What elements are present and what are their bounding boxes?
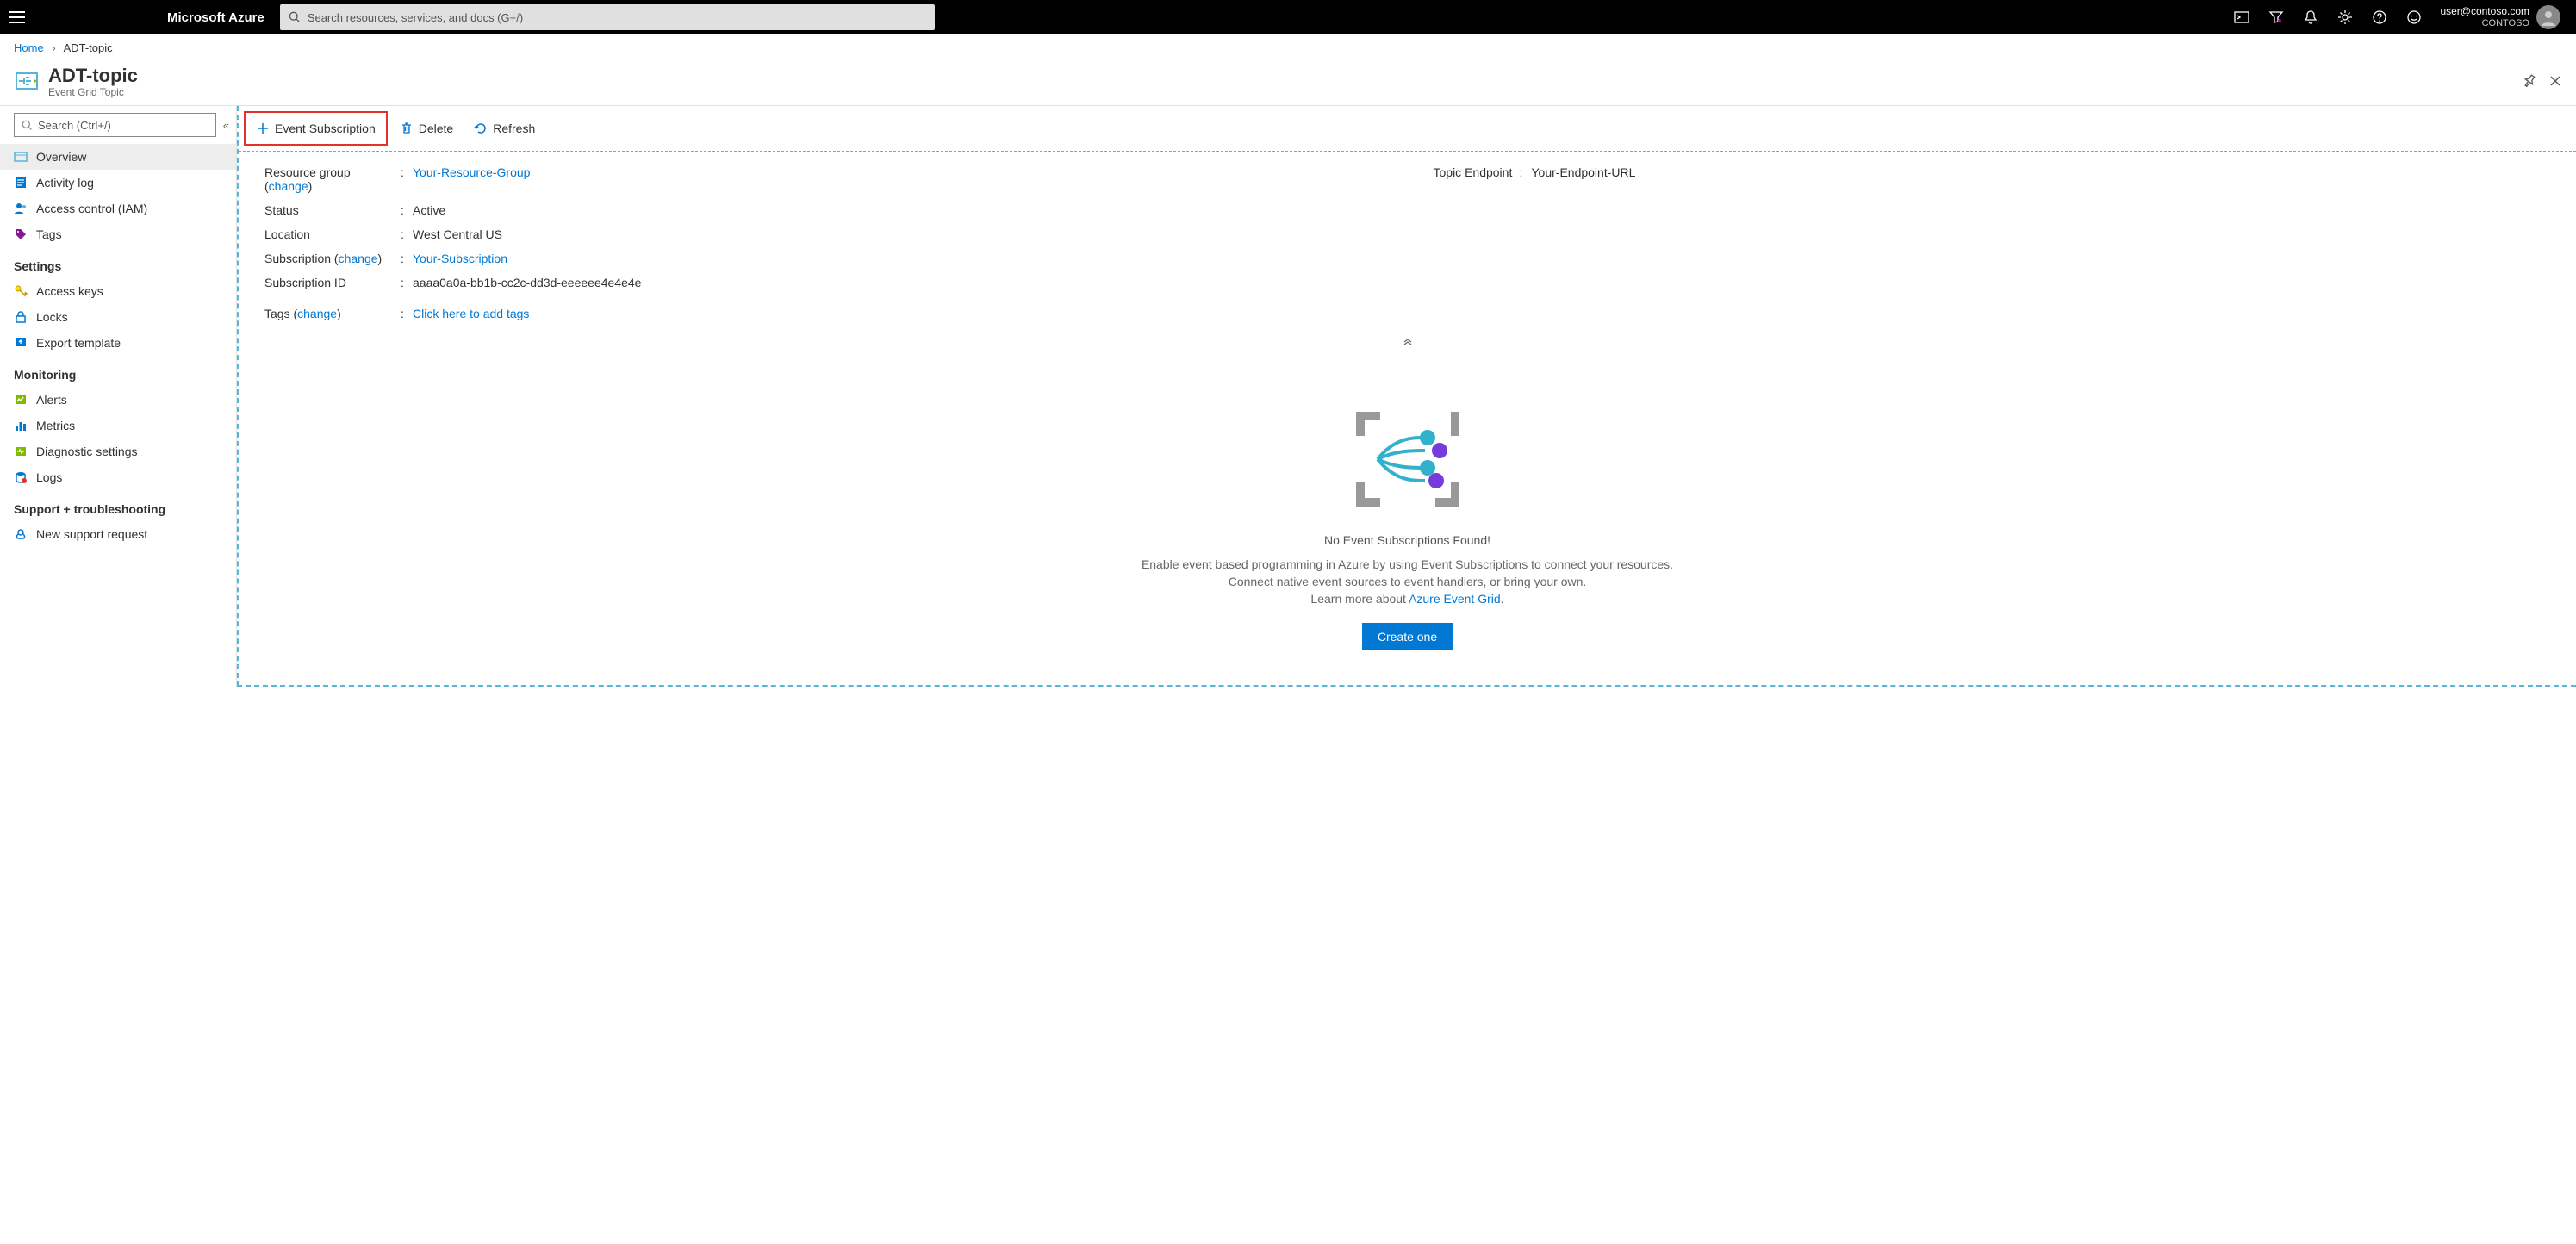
sidebar-item-metrics[interactable]: Metrics	[0, 413, 236, 439]
location-value: West Central US	[413, 227, 502, 241]
sidebar-item-access-control[interactable]: Access control (IAM)	[0, 196, 236, 221]
collapse-essentials-icon[interactable]	[239, 334, 2576, 351]
sidebar-section-settings: Settings	[0, 247, 236, 278]
metrics-icon	[14, 419, 28, 432]
collapse-sidebar-icon[interactable]: «	[223, 119, 229, 132]
resource-sidebar: Search (Ctrl+/) « Overview Activity log …	[0, 106, 237, 687]
help-icon[interactable]	[2371, 9, 2388, 26]
export-template-icon	[14, 336, 28, 350]
command-bar: Event Subscription Delete Refresh	[239, 106, 2576, 152]
lock-icon	[14, 310, 28, 324]
sidebar-section-support: Support + troubleshooting	[0, 490, 236, 521]
avatar-icon	[2536, 5, 2560, 29]
resource-group-link[interactable]: Your-Resource-Group	[413, 165, 530, 193]
tags-icon	[14, 227, 28, 241]
refresh-button[interactable]: Refresh	[465, 116, 544, 140]
sidebar-search-input[interactable]: Search (Ctrl+/)	[14, 113, 216, 137]
pin-icon[interactable]	[2523, 74, 2536, 90]
support-icon	[14, 527, 28, 541]
overview-icon	[14, 150, 28, 164]
empty-state: No Event Subscriptions Found! Enable eve…	[239, 351, 2576, 685]
subscription-id-value: aaaa0a0a-bb1b-cc2c-dd3d-eeeeee4e4e4e	[413, 276, 641, 289]
filter-icon[interactable]	[2268, 9, 2285, 26]
trash-icon	[400, 121, 414, 135]
create-one-button[interactable]: Create one	[1362, 623, 1453, 650]
sidebar-section-monitoring: Monitoring	[0, 356, 236, 387]
sidebar-item-locks[interactable]: Locks	[0, 304, 236, 330]
change-resource-group-link[interactable]: change	[269, 179, 308, 193]
user-org: CONTOSO	[2440, 17, 2529, 29]
access-control-icon	[14, 202, 28, 215]
sidebar-item-export-template[interactable]: Export template	[0, 330, 236, 356]
change-tags-link[interactable]: change	[297, 307, 337, 320]
subscription-link[interactable]: Your-Subscription	[413, 252, 507, 265]
feedback-icon[interactable]	[2405, 9, 2423, 26]
main-content: Event Subscription Delete Refresh Resour…	[237, 106, 2576, 687]
cloud-shell-icon[interactable]	[2233, 9, 2250, 26]
event-grid-empty-icon	[1343, 403, 1472, 515]
breadcrumb: Home › ADT-topic	[0, 34, 2576, 62]
delete-button[interactable]: Delete	[391, 116, 462, 140]
menu-icon[interactable]	[7, 7, 28, 28]
top-navbar: Microsoft Azure Search resources, servic…	[0, 0, 2576, 34]
sidebar-item-tags[interactable]: Tags	[0, 221, 236, 247]
activity-log-icon	[14, 176, 28, 190]
learn-more-link[interactable]: Azure Event Grid	[1409, 592, 1501, 606]
sidebar-item-access-keys[interactable]: Access keys	[0, 278, 236, 304]
brand-label: Microsoft Azure	[167, 10, 264, 25]
sidebar-item-overview[interactable]: Overview	[0, 144, 236, 170]
search-icon	[22, 120, 33, 131]
diagnostic-icon	[14, 445, 28, 458]
event-subscription-button[interactable]: Event Subscription	[244, 111, 388, 146]
user-email: user@contoso.com	[2440, 5, 2529, 17]
search-icon	[289, 11, 301, 23]
sidebar-item-alerts[interactable]: Alerts	[0, 387, 236, 413]
add-tags-link[interactable]: Click here to add tags	[413, 307, 529, 320]
sidebar-item-diagnostic-settings[interactable]: Diagnostic settings	[0, 439, 236, 464]
page-subtitle: Event Grid Topic	[48, 86, 138, 98]
essentials-panel: Resource group (change) : Your-Resource-…	[239, 152, 2576, 334]
topic-endpoint-value: Your-Endpoint-URL	[1532, 165, 1636, 179]
key-icon	[14, 284, 28, 298]
settings-icon[interactable]	[2336, 9, 2354, 26]
breadcrumb-home[interactable]: Home	[14, 41, 44, 54]
sidebar-item-new-support-request[interactable]: New support request	[0, 521, 236, 547]
sidebar-item-activity-log[interactable]: Activity log	[0, 170, 236, 196]
plus-icon	[256, 121, 270, 135]
user-account[interactable]: user@contoso.com CONTOSO	[2440, 5, 2560, 29]
notifications-icon[interactable]	[2302, 9, 2319, 26]
chevron-right-icon: ›	[52, 41, 55, 54]
sidebar-item-logs[interactable]: Logs	[0, 464, 236, 490]
close-icon[interactable]	[2548, 74, 2562, 90]
refresh-icon	[474, 121, 488, 135]
global-search-input[interactable]: Search resources, services, and docs (G+…	[280, 4, 935, 30]
event-grid-topic-icon	[14, 68, 40, 96]
breadcrumb-current: ADT-topic	[64, 41, 113, 54]
logs-icon	[14, 470, 28, 484]
change-subscription-link[interactable]: change	[339, 252, 378, 265]
page-header: ADT-topic Event Grid Topic	[0, 62, 2576, 106]
status-value: Active	[413, 203, 445, 217]
empty-title: No Event Subscriptions Found!	[273, 533, 2542, 547]
alerts-icon	[14, 393, 28, 407]
page-title: ADT-topic	[48, 65, 138, 86]
